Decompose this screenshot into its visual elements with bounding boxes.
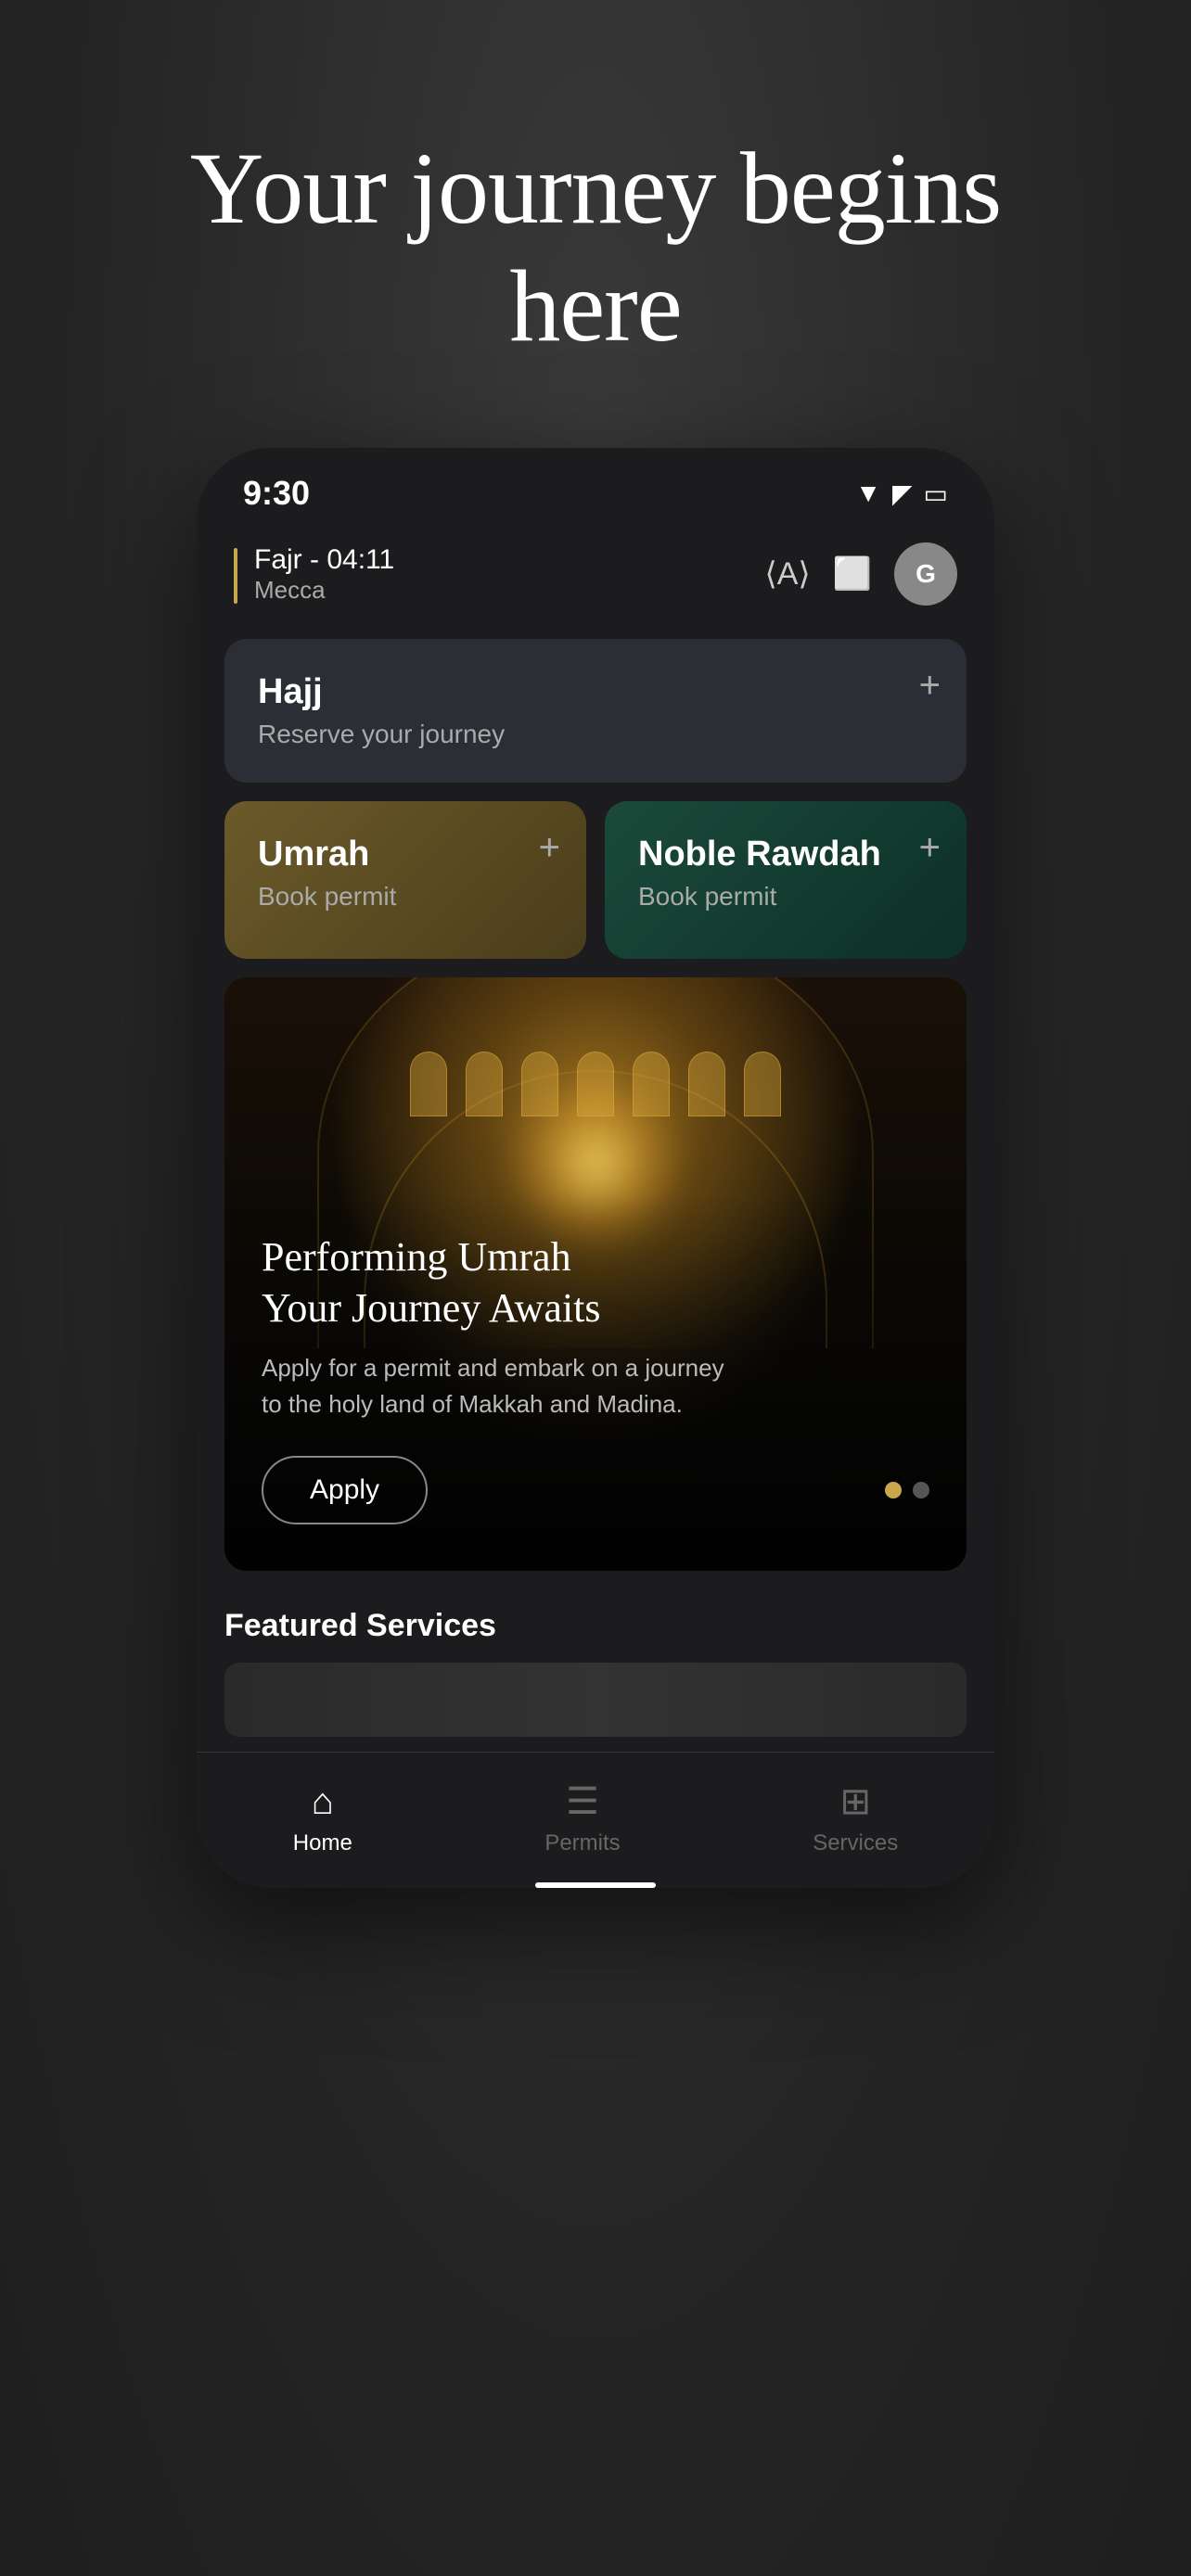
- umrah-add-icon[interactable]: +: [539, 827, 560, 869]
- home-indicator-bar: [535, 1882, 656, 1888]
- featured-services-placeholder: [224, 1663, 967, 1737]
- dome-window-4: [577, 1052, 614, 1116]
- permits-label: Permits: [544, 1830, 620, 1856]
- translate-icon[interactable]: ⟨A⟩: [764, 555, 810, 593]
- umrah-title: Umrah: [258, 835, 553, 874]
- signal-icon: ◤: [892, 478, 913, 509]
- carousel-dots: [885, 1482, 929, 1498]
- screen-share-icon[interactable]: ⬜: [833, 555, 872, 593]
- rawdah-subtitle: Book permit: [638, 882, 933, 912]
- umrah-card[interactable]: + Umrah Book permit: [224, 801, 586, 959]
- top-actions: ⟨A⟩ ⬜ G: [764, 542, 957, 606]
- status-bar: 9:30 ▼ ◤ ▭: [197, 448, 994, 528]
- wifi-icon: ▼: [855, 478, 881, 508]
- hero-title: Your journey begins here: [178, 130, 1013, 364]
- prayer-text: Fajr - 04:11 Mecca: [254, 544, 394, 605]
- dome-window-5: [633, 1052, 670, 1116]
- home-label: Home: [293, 1830, 352, 1856]
- dome-windows: [224, 1052, 967, 1116]
- nav-item-home[interactable]: ⌂ Home: [256, 1772, 390, 1866]
- rawdah-title: Noble Rawdah: [638, 835, 933, 874]
- banner-content: Performing UmrahYour Journey Awaits Appl…: [224, 1194, 967, 1571]
- rawdah-card[interactable]: + Noble Rawdah Book permit: [605, 801, 967, 959]
- banner-description: Apply for a permit and embark on a journ…: [262, 1350, 725, 1422]
- services-label: Services: [813, 1830, 898, 1856]
- dome-window-3: [521, 1052, 558, 1116]
- page-container: Your journey begins here 9:30 ▼ ◤ ▭ Fajr…: [0, 0, 1191, 2576]
- banner-card: Performing UmrahYour Journey Awaits Appl…: [224, 977, 967, 1571]
- hajj-subtitle: Reserve your journey: [258, 720, 933, 749]
- dome-window-1: [410, 1052, 447, 1116]
- prayer-name: Fajr - 04:11: [254, 544, 394, 576]
- featured-section: Featured Services: [224, 1599, 967, 1737]
- dome-window-2: [466, 1052, 503, 1116]
- phone-mockup: 9:30 ▼ ◤ ▭ Fajr - 04:11 Mecca ⟨A⟩ ⬜ G: [197, 448, 994, 1888]
- permits-icon: ☰: [566, 1780, 599, 1823]
- home-icon: ⌂: [312, 1781, 334, 1823]
- battery-icon: ▭: [924, 478, 948, 509]
- nav-item-permits[interactable]: ☰ Permits: [507, 1771, 657, 1866]
- bottom-nav: ⌂ Home ☰ Permits ⊞ Services: [197, 1752, 994, 1875]
- nav-item-services[interactable]: ⊞ Services: [775, 1771, 935, 1866]
- prayer-info: Fajr - 04:11 Mecca: [234, 544, 394, 605]
- main-content: + Hajj Reserve your journey + Umrah Book…: [197, 624, 994, 1752]
- banner-title: Performing UmrahYour Journey Awaits: [262, 1231, 929, 1333]
- banner-footer: Apply: [262, 1456, 929, 1524]
- prayer-location: Mecca: [254, 576, 394, 605]
- dome-window-6: [688, 1052, 725, 1116]
- dot-active: [885, 1482, 902, 1498]
- status-icons: ▼ ◤ ▭: [855, 478, 948, 509]
- dot-inactive: [913, 1482, 929, 1498]
- rawdah-add-icon[interactable]: +: [919, 827, 941, 869]
- hajj-add-icon[interactable]: +: [919, 665, 941, 707]
- hajj-title: Hajj: [258, 672, 933, 712]
- top-bar: Fajr - 04:11 Mecca ⟨A⟩ ⬜ G: [197, 528, 994, 624]
- services-icon: ⊞: [839, 1780, 871, 1823]
- umrah-subtitle: Book permit: [258, 882, 553, 912]
- two-cards-row: + Umrah Book permit + Noble Rawdah Book …: [224, 801, 967, 959]
- dome-window-7: [744, 1052, 781, 1116]
- hajj-card[interactable]: + Hajj Reserve your journey: [224, 639, 967, 783]
- featured-title: Featured Services: [224, 1608, 967, 1644]
- apply-button[interactable]: Apply: [262, 1456, 428, 1524]
- prayer-indicator: [234, 548, 237, 604]
- status-time: 9:30: [243, 474, 310, 513]
- avatar[interactable]: G: [894, 542, 957, 606]
